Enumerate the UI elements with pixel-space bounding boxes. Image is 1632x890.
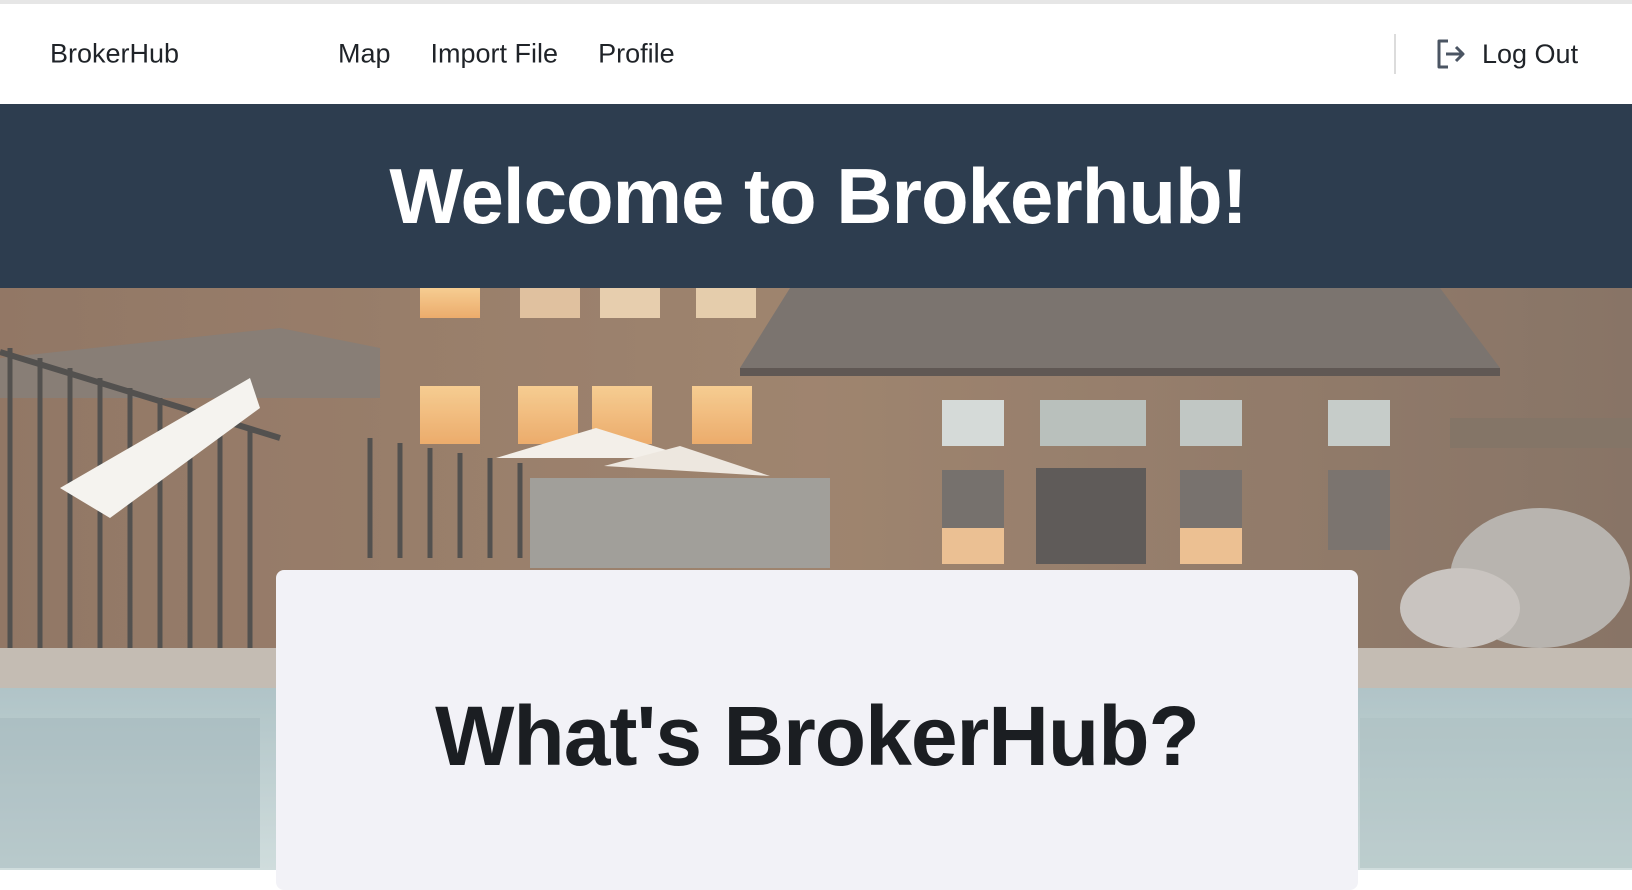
about-card: What's BrokerHub? (276, 570, 1358, 890)
brand-link[interactable]: BrokerHub (50, 39, 179, 70)
top-navbar: BrokerHub Map Import File Profile Log Ou… (0, 4, 1632, 104)
nav-links: Map Import File Profile (338, 39, 675, 70)
nav-link-profile[interactable]: Profile (598, 39, 675, 70)
page-title: Welcome to Brokerhub! (389, 151, 1247, 240)
nav-link-map[interactable]: Map (338, 39, 391, 70)
logout-label: Log Out (1482, 38, 1579, 69)
logout-button[interactable]: Log Out (1434, 37, 1578, 71)
about-card-title: What's BrokerHub? (435, 689, 1200, 783)
nav-link-import-file[interactable]: Import File (431, 39, 559, 70)
log-out-icon (1437, 39, 1465, 69)
hero-banner: Welcome to Brokerhub! (0, 104, 1632, 288)
nav-divider (1394, 34, 1396, 74)
